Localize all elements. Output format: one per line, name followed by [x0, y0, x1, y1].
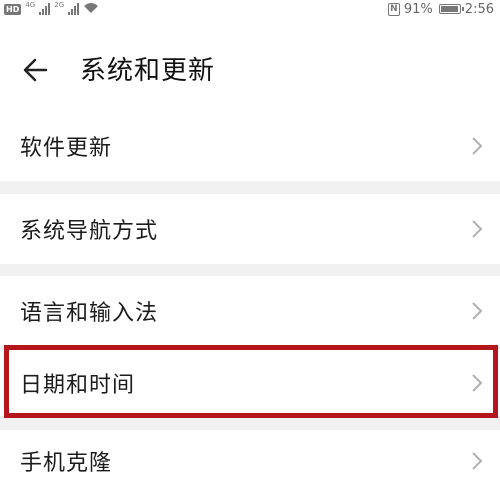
status-bar: HD 4G 2G N 91% 2:56 — [0, 0, 500, 18]
hd-badge: HD — [4, 3, 22, 15]
clock: 2:56 — [464, 1, 494, 17]
settings-item-label: 日期和时间 — [20, 373, 136, 398]
network-type-label-2: 2G — [54, 1, 65, 9]
status-right: N 91% 2:56 — [387, 0, 494, 18]
battery-icon — [438, 4, 464, 14]
settings-item-label: 手机克隆 — [20, 451, 113, 476]
network-type-label: 4G — [25, 1, 36, 9]
chevron-right-icon — [472, 374, 483, 392]
arrow-left-icon[interactable] — [20, 54, 52, 86]
signal-icon — [39, 3, 51, 15]
settings-item-navigation[interactable]: 系统导航方式 — [0, 194, 500, 264]
chevron-right-icon — [472, 302, 483, 320]
chevron-right-icon — [472, 136, 483, 155]
settings-item-date-time[interactable]: 日期和时间 — [0, 350, 500, 416]
settings-item-label: 软件更新 — [20, 135, 113, 161]
status-left: HD 4G 2G — [4, 0, 99, 18]
settings-item-language-input[interactable]: 语言和输入法 — [0, 276, 500, 346]
settings-item-phone-clone[interactable]: 手机克隆 — [0, 430, 500, 492]
battery-percent: 91% — [403, 1, 433, 17]
nfc-icon: N — [387, 2, 400, 16]
chevron-right-icon — [472, 452, 483, 470]
settings-item-label: 系统导航方式 — [20, 219, 159, 244]
wifi-icon — [83, 2, 99, 17]
app-header: 系统和更新 — [0, 18, 500, 122]
settings-item-software-update[interactable]: 软件更新 — [0, 110, 500, 181]
chevron-right-icon — [472, 220, 483, 238]
signal-icon-2 — [68, 3, 80, 15]
page-title: 系统和更新 — [80, 56, 216, 86]
settings-item-label: 语言和输入法 — [20, 301, 159, 326]
